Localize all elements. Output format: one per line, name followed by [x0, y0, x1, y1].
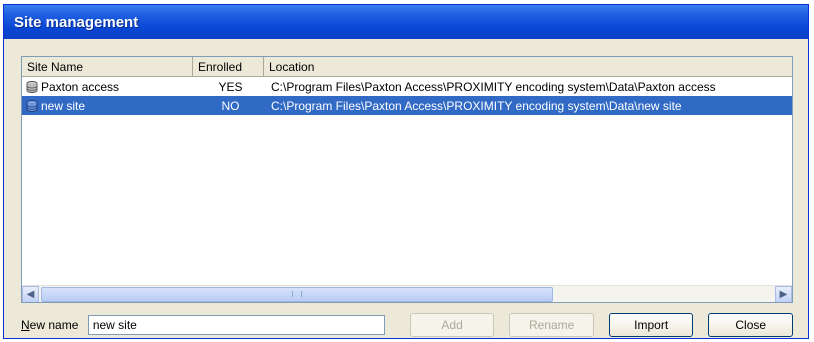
column-header-site-name[interactable]: Site Name	[22, 57, 193, 76]
new-name-label-mnemonic: N	[21, 318, 30, 332]
scroll-thumb[interactable]	[41, 286, 553, 302]
cell-enrolled: YES	[218, 79, 243, 94]
table-row[interactable]: Paxton access YES C:\Program Files\Paxto…	[22, 77, 792, 96]
bottom-bar: New name Add Rename Import Close	[21, 313, 793, 337]
scroll-right-button[interactable]: ▶	[775, 285, 792, 302]
site-name-text: new site	[41, 98, 86, 113]
new-name-label: New name	[21, 318, 88, 332]
database-icon	[26, 80, 38, 93]
scroll-track[interactable]	[39, 286, 775, 303]
cell-site-name: Paxton access	[22, 80, 193, 94]
site-management-window: Site management Site Name Enrolled Locat…	[3, 4, 809, 339]
chevron-left-icon: ◀	[26, 288, 35, 300]
new-name-input[interactable]	[87, 315, 385, 335]
scroll-left-button[interactable]: ◀	[22, 285, 39, 302]
site-name-text: Paxton access	[41, 79, 120, 94]
cell-location: C:\Program Files\Paxton Access\PROXIMITY…	[271, 98, 682, 113]
add-button[interactable]: Add	[409, 313, 495, 337]
cell-site-name: new site	[22, 99, 193, 113]
title-bar[interactable]: Site management	[4, 5, 808, 39]
table-row-selected[interactable]: new site NO C:\Program Files\Paxton Acce…	[22, 96, 792, 115]
import-button[interactable]: Import	[608, 313, 694, 337]
horizontal-scrollbar[interactable]: ◀ ▶	[22, 285, 792, 302]
column-header-location[interactable]: Location	[264, 57, 792, 76]
database-icon	[26, 99, 38, 112]
cell-enrolled: NO	[221, 98, 240, 113]
column-header-enrolled[interactable]: Enrolled	[193, 57, 264, 76]
chevron-right-icon: ▶	[779, 288, 788, 300]
new-name-label-rest: ew name	[29, 318, 79, 332]
cell-location: C:\Program Files\Paxton Access\PROXIMITY…	[271, 79, 716, 94]
grip-icon	[292, 291, 302, 297]
sites-list[interactable]: Site Name Enrolled Location Paxton acces…	[21, 56, 793, 303]
close-button[interactable]: Close	[708, 313, 793, 337]
window-title: Site management	[14, 13, 139, 31]
rename-button[interactable]: Rename	[509, 313, 594, 337]
list-header: Site Name Enrolled Location	[22, 57, 792, 77]
